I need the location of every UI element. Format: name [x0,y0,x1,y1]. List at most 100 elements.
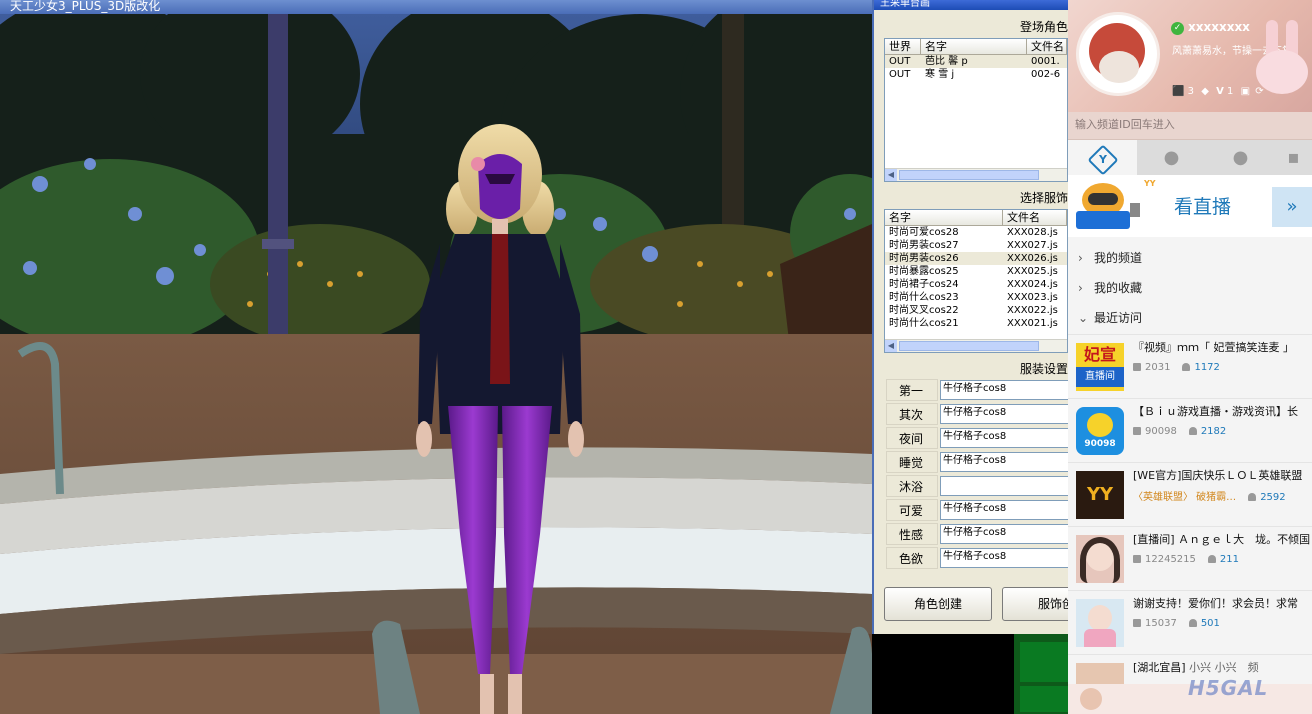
list-item[interactable]: YY [WE官方]国庆快乐ＬＯＬ英雄联盟 〈英雄联盟〉 破猪霸… 2592 [1068,462,1312,526]
scroll-left-arrow-icon[interactable]: ◀ [885,169,897,181]
list-item[interactable]: 妃宣 直播间 『视频』ｍｍ「 妃萱搞笑连麦 」 2031 1172 [1068,334,1312,398]
create-character-button[interactable]: 角色创建 [884,587,992,621]
yy-sidebar[interactable]: ✓ xxxxxxxx 风萧萧易水，节操一去不复 ⬛ 3 ◆ V 1 ▣ ⟳ 输入… [1068,0,1312,714]
setting-bath-field[interactable] [940,476,1068,496]
scroll-thumb[interactable] [899,170,1039,180]
scroll-left-arrow-icon[interactable]: ◀ [885,340,897,352]
nav-recent[interactable]: ⌄ 最近访问 [1068,304,1312,332]
channel-thumbnail [1076,535,1124,583]
setting-cute-field[interactable]: 牛仔格子cos8 [940,500,1068,520]
outfit-list-header: 名字 文件名 [885,210,1067,226]
scroll-thumb[interactable] [899,341,1039,351]
outfit-list[interactable]: 名字 文件名 时尚可爱cos28 XXX028.js 时尚男装cos27 XXX02… [884,209,1068,353]
col-outfit-name[interactable]: 名字 [885,210,1003,225]
yy-tab-bar: Y ● ● ▪ [1068,140,1312,176]
outfit-list-hscroll[interactable]: ◀ [885,339,1067,352]
vip-icon: V [1216,86,1224,97]
game-scene[interactable] [0,14,872,714]
list-item[interactable]: 90098 【Ｂｉｕ游戏直播・游戏资讯】长 90098 2182 [1068,398,1312,462]
outfit-group-title: 选择服饰 [1019,191,1068,205]
char-group-title: 登场角色 [1019,20,1068,34]
setting-second: 其次 牛仔格子cos8 [886,403,1068,425]
channel-id-input[interactable]: 输入频道ID回车进入 [1068,112,1312,140]
gamepad-icon: ⬛ [1172,86,1185,97]
outfit-row[interactable]: 时尚什么cos21 XXX021.js [885,317,1067,330]
channel-id-icon [1133,363,1141,371]
outfit-row[interactable]: 时尚裙子cos24 XXX024.js [885,278,1067,291]
diamond-icon: ◆ [1201,86,1209,97]
setting-second-field[interactable]: 牛仔格子cos8 [940,404,1068,424]
setting-sexy-field[interactable]: 牛仔格子cos8 [940,524,1068,544]
col-file[interactable]: 文件名 [1027,39,1067,54]
nav-my-channels[interactable]: › 我的频道 [1068,244,1312,272]
channel-thumbnail: YY [1076,471,1124,519]
game-window[interactable]: 天工少女3_PLUS_3D版改化 [0,0,872,714]
setting-sexy: 性感 牛仔格子cos8 [886,523,1068,545]
viewers-icon [1207,555,1216,563]
nav-my-favorites[interactable]: › 我的收藏 [1068,274,1312,302]
tab-more[interactable]: ▪ [1275,140,1312,175]
channel-id-icon [1133,427,1141,435]
users-icon: ● [1232,147,1249,168]
col-outfit-file[interactable]: 文件名 [1003,210,1067,225]
tab-friends[interactable]: ● [1137,140,1206,175]
username[interactable]: xxxxxxxx [1188,20,1250,34]
list-item[interactable]: [直播间] Ａｎｇｅｌ大 垅。不倾国 12245215 211 [1068,526,1312,590]
setting-first: 第一 牛仔格子cos8 [886,379,1068,401]
panel-title[interactable]: 王采单台画 [874,0,1068,10]
outfit-row[interactable]: 时尚男装cos27 XXX027.js [885,239,1067,252]
chevron-down-icon: ⌄ [1078,311,1089,325]
chevron-right-icon[interactable]: » [1272,187,1312,227]
chevron-right-icon: › [1078,281,1083,295]
setting-first-field[interactable]: 牛仔格子cos8 [940,380,1068,400]
col-world[interactable]: 世界 [885,39,921,54]
tab-yy-home[interactable]: Y [1068,140,1137,176]
bunny-decoration [1248,20,1312,110]
user-icon: ● [1163,147,1180,168]
channel-id-icon [1133,619,1141,627]
viewers-icon [1248,493,1257,501]
col-name[interactable]: 名字 [921,39,1027,54]
bear-icon[interactable] [1080,688,1102,710]
viewers-icon [1188,427,1197,435]
character-list-hscroll[interactable]: ◀ [885,168,1067,181]
costume-manager-panel[interactable]: 王采单台画 登场角色 世界 名字 文件名 OUT 芭比 馨 p 0001. OU… [872,0,1068,634]
setting-night: 夜间 牛仔格子cos8 [886,427,1068,449]
setting-cute: 可爱 牛仔格子cos8 [886,499,1068,521]
live-banner[interactable]: YY 看直播 » [1068,175,1312,237]
yy-profile-header: ✓ xxxxxxxx 风萧萧易水，节操一去不复 ⬛ 3 ◆ V 1 ▣ ⟳ [1068,0,1312,112]
character-list[interactable]: 世界 名字 文件名 OUT 芭比 馨 p 0001. OUT 寒 雪 j 002… [884,38,1068,182]
watch-live-label: 看直播 [1174,196,1232,218]
setting-sleep-field[interactable]: 牛仔格子cos8 [940,452,1068,472]
outfit-row[interactable]: 时尚什么cos23 XXX023.js [885,291,1067,304]
character-row[interactable]: OUT 芭比 馨 p 0001. [885,55,1067,68]
outfit-row-selected[interactable]: 时尚男装cos26 XXX026.js [885,252,1067,265]
raccoon-mascot-icon [1076,181,1140,231]
list-item[interactable]: 谢谢支持！爱你们！求会员！求常 15037 501 [1068,590,1312,654]
chevron-right-icon: › [1078,251,1083,265]
yy-logo-icon: Y [1086,144,1119,176]
setting-bath: 沐浴 [886,475,1068,497]
tab-groups[interactable]: ● [1206,140,1275,175]
viewers-icon [1188,619,1197,627]
create-outfit-button[interactable]: 服饰创 [1002,587,1068,621]
banner-logo: YY [1144,179,1156,188]
channel-thumbnail [1076,599,1124,647]
viewers-icon [1182,363,1191,371]
outfit-row[interactable]: 时尚暴露cos25 XXX025.js [885,265,1067,278]
grid-icon: ▪ [1287,147,1300,168]
online-status-icon: ✓ [1171,22,1184,35]
channel-thumbnail: 妃宣 直播间 [1076,343,1124,391]
game-window-title[interactable]: 天工少女3_PLUS_3D版改化 [0,0,872,14]
setting-lust-field[interactable]: 牛仔格子cos8 [940,548,1068,568]
game-ui-fragment [1014,634,1068,714]
outfit-row[interactable]: 时尚可爱cos28 XXX028.js [885,226,1067,239]
setting-lust: 色欲 牛仔格子cos8 [886,547,1068,569]
setting-sleep: 睡觉 牛仔格子cos8 [886,451,1068,473]
settings-group-title: 服装设置 [1019,362,1068,376]
avatar[interactable] [1076,12,1160,96]
setting-night-field[interactable]: 牛仔格子cos8 [940,428,1068,448]
channel-id-icon [1133,555,1141,563]
character-row[interactable]: OUT 寒 雪 j 002-6 [885,68,1067,81]
outfit-row[interactable]: 时尚叉叉cos22 XXX022.js [885,304,1067,317]
